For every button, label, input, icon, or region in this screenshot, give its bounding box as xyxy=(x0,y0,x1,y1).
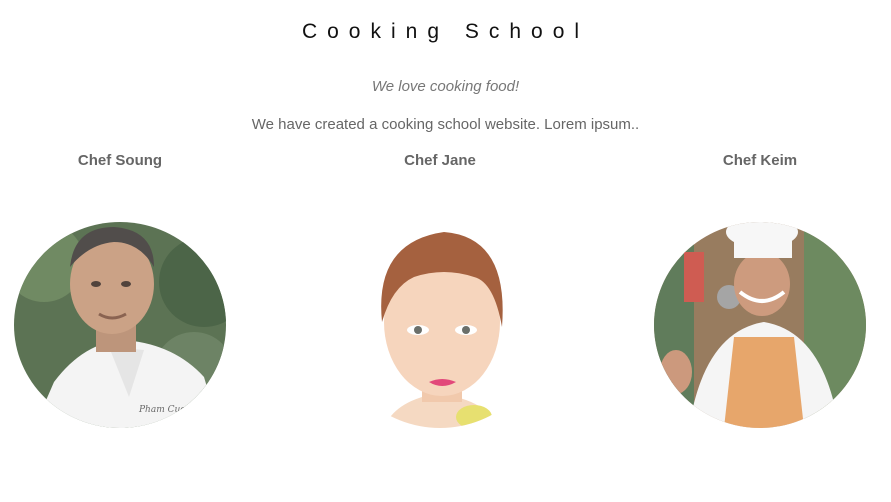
chef-keim-photo xyxy=(654,222,866,428)
page-title: Cooking School xyxy=(301,20,590,43)
chef-card-keim: Chef Keim xyxy=(640,152,880,428)
chef-name-jane: Chef Jane xyxy=(404,152,476,169)
chef-card-jane: Chef Jane xyxy=(320,152,560,428)
chef-name-keim: Chef Keim xyxy=(722,152,798,169)
chef-jane-photo xyxy=(334,222,546,428)
tagline: We love cooking food! xyxy=(371,78,520,95)
chef-name-soung: Chef Soung xyxy=(77,152,163,169)
chef-card-soung: Chef Soung Pham Cuon Hu xyxy=(0,152,240,428)
chef-soung-photo: Pham Cuon Hu xyxy=(14,222,226,428)
intro-text: We have created a cooking school website… xyxy=(251,116,640,133)
svg-text:Pham Cuon Hu: Pham Cuon Hu xyxy=(138,405,208,415)
page: Cooking School We love cooking food! We … xyxy=(0,0,891,502)
